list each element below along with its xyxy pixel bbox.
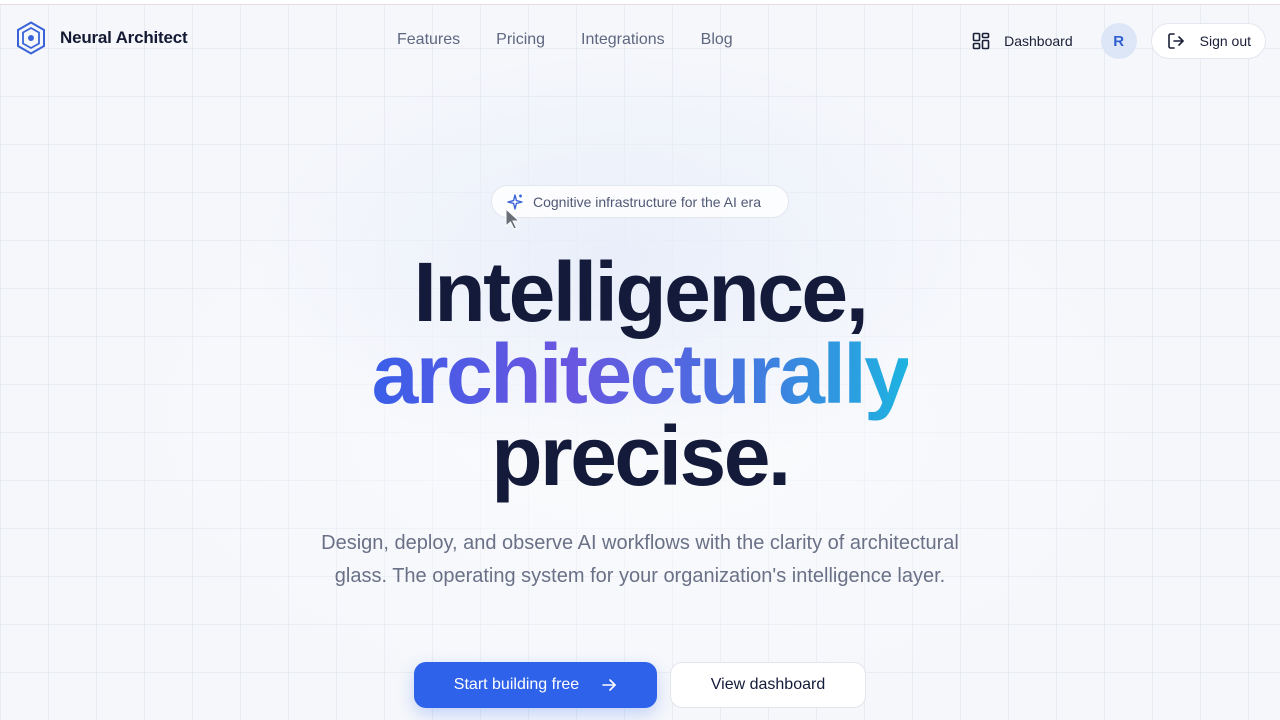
hero-badge: Cognitive infrastructure for the AI era (491, 185, 789, 218)
hero-headline-line-1: Intelligence, (413, 245, 869, 339)
hero-headline-line-3: precise. (491, 409, 791, 503)
avatar[interactable]: R (1100, 23, 1137, 59)
hero-subtitle: Design, deploy, and observe AI workflows… (321, 532, 959, 587)
logout-icon (1167, 33, 1184, 49)
sign-out-label: Sign out (1199, 33, 1251, 49)
hexagon-logo-icon (17, 21, 45, 55)
hero-badge-text: Cognitive infrastructure for the AI era (533, 193, 761, 210)
start-building-label: Start building free (453, 676, 580, 693)
dashboard-label: Dashboard (1004, 33, 1073, 49)
nav-item-features[interactable]: Features (397, 31, 460, 49)
window-top-edge (0, 0, 1280, 5)
dashboard-link[interactable]: Dashboard (972, 32, 1073, 50)
view-dashboard-button[interactable]: View dashboard (670, 662, 866, 708)
arrow-right-icon (602, 679, 617, 691)
main-nav: Features Pricing Integrations Blog (397, 31, 733, 49)
brand[interactable]: Neural Architect (16, 21, 188, 55)
hero-headline-line-2: architecturally (0, 332, 1280, 416)
nav-item-integrations[interactable]: Integrations (581, 31, 665, 49)
nav-item-pricing[interactable]: Pricing (496, 31, 545, 49)
header-actions: Dashboard R Sign out (972, 23, 1266, 59)
mouse-cursor-icon (505, 208, 521, 230)
brand-name: Neural Architect (60, 28, 188, 47)
grid-icon (972, 32, 990, 50)
sign-out-button[interactable]: Sign out (1150, 23, 1266, 59)
start-building-button[interactable]: Start building free (414, 662, 657, 708)
nav-item-blog[interactable]: Blog (701, 31, 733, 49)
hero-headline-gradient-text: architecturally (371, 327, 911, 421)
site-header: Neural Architect Features Pricing Integr… (0, 5, 1280, 69)
